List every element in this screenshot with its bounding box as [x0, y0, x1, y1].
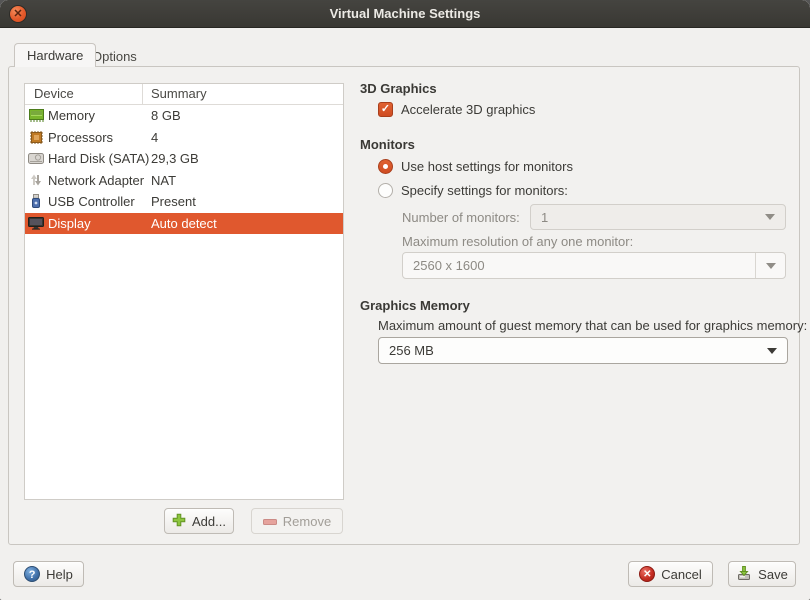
use-host-settings-radio-row: Use host settings for monitors: [378, 159, 573, 174]
device-name: Processors: [48, 130, 113, 145]
device-name: Network Adapter: [48, 173, 144, 188]
save-button[interactable]: Save: [728, 561, 796, 587]
device-summary: NAT: [143, 173, 343, 188]
use-host-settings-radio[interactable]: [378, 159, 393, 174]
specify-settings-radio[interactable]: [378, 183, 393, 198]
chevron-down-icon: [767, 348, 777, 354]
table-row-usb-controller[interactable]: USB Controller Present: [25, 191, 343, 213]
number-of-monitors-dropdown: 1: [530, 204, 786, 230]
chevron-down-icon: [765, 214, 775, 220]
graphics-memory-label: Maximum amount of guest memory that can …: [378, 318, 807, 333]
accelerate-3d-checkbox[interactable]: ✓: [378, 102, 393, 117]
graphics-memory-dropdown[interactable]: 256 MB: [378, 337, 788, 364]
memory-icon: [28, 108, 44, 124]
device-table: Device Summary Memory 8 GB Processors 4: [24, 83, 344, 500]
use-host-settings-label: Use host settings for monitors: [401, 159, 573, 174]
device-name: Hard Disk (SATA): [48, 151, 149, 166]
max-resolution-label: Maximum resolution of any one monitor:: [402, 234, 633, 249]
usb-controller-icon: [28, 194, 44, 210]
section-heading-monitors: Monitors: [360, 137, 415, 152]
table-row-display[interactable]: Display Auto detect: [25, 213, 343, 235]
device-summary: Auto detect: [143, 216, 343, 231]
remove-device-button: Remove: [251, 508, 343, 534]
section-heading-3d-graphics: 3D Graphics: [360, 81, 437, 96]
help-button-label: Help: [46, 567, 73, 582]
cancel-icon: ✕: [639, 566, 655, 582]
specify-settings-radio-row: Specify settings for monitors:: [378, 183, 568, 198]
specify-settings-label: Specify settings for monitors:: [401, 183, 568, 198]
network-adapter-icon: [28, 172, 44, 188]
accelerate-3d-checkbox-row: ✓ Accelerate 3D graphics: [378, 102, 535, 117]
device-summary: 4: [143, 130, 343, 145]
device-summary: 29,3 GB: [143, 151, 343, 166]
device-name: Display: [48, 216, 91, 231]
hard-disk-icon: [28, 151, 44, 167]
device-summary: Present: [143, 194, 343, 209]
tab-hardware[interactable]: Hardware: [14, 43, 96, 67]
window-title: Virtual Machine Settings: [0, 6, 810, 21]
processor-icon: [28, 129, 44, 145]
cancel-button[interactable]: ✕ Cancel: [628, 561, 713, 587]
display-icon: [28, 215, 44, 231]
add-device-button[interactable]: Add...: [164, 508, 234, 534]
help-button[interactable]: ? Help: [13, 561, 84, 587]
remove-button-label: Remove: [283, 514, 331, 529]
section-heading-graphics-memory: Graphics Memory: [360, 298, 470, 313]
table-row-processors[interactable]: Processors 4: [25, 127, 343, 149]
device-summary: 8 GB: [143, 108, 343, 123]
table-row-hard-disk[interactable]: Hard Disk (SATA) 29,3 GB: [25, 148, 343, 170]
column-header-summary[interactable]: Summary: [143, 84, 343, 104]
accelerate-3d-label: Accelerate 3D graphics: [401, 102, 535, 117]
titlebar: ✕ Virtual Machine Settings: [0, 0, 810, 28]
graphics-memory-value: 256 MB: [379, 343, 767, 358]
max-resolution-value: 2560 x 1600: [403, 258, 755, 273]
device-name: USB Controller: [48, 194, 135, 209]
help-icon: ?: [24, 566, 40, 582]
number-of-monitors-label: Number of monitors:: [402, 210, 520, 225]
save-icon: [736, 565, 752, 584]
table-row-memory[interactable]: Memory 8 GB: [25, 105, 343, 127]
table-row-network-adapter[interactable]: Network Adapter NAT: [25, 170, 343, 192]
chevron-down-icon: [766, 263, 776, 269]
minus-icon: [263, 514, 277, 529]
device-table-header: Device Summary: [25, 84, 343, 105]
number-of-monitors-value: 1: [531, 210, 765, 225]
device-name: Memory: [48, 108, 95, 123]
max-resolution-dropdown: 2560 x 1600: [402, 252, 786, 279]
cancel-button-label: Cancel: [661, 567, 701, 582]
column-header-device[interactable]: Device: [25, 84, 143, 104]
add-button-label: Add...: [192, 514, 226, 529]
save-button-label: Save: [758, 567, 788, 582]
virtual-machine-settings-dialog: ✕ Virtual Machine Settings Hardware Opti…: [0, 0, 810, 600]
plus-icon: [172, 513, 186, 530]
